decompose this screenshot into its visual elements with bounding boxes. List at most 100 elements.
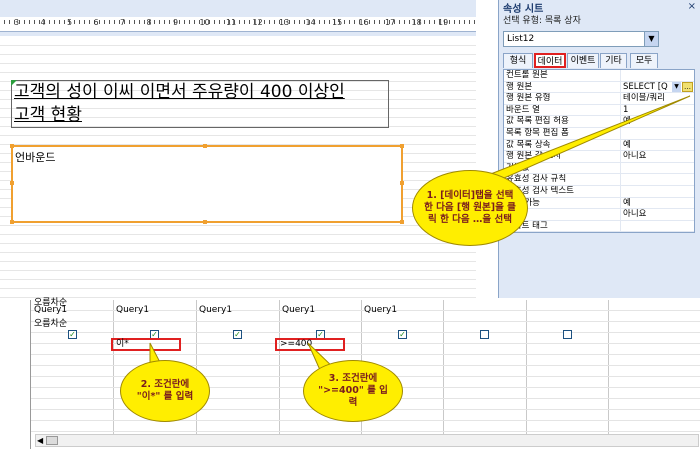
property-name: 행 원본 유형 [504,93,621,104]
table-cell: Query1 [282,305,316,315]
chevron-down-icon[interactable]: ▼ [672,81,681,92]
property-value-text: 테이블/쿼리 [623,93,665,104]
property-row[interactable]: 잠금아니요 [504,209,694,221]
show-checkbox[interactable] [480,330,489,339]
ruler-tick [4,20,5,24]
show-checkbox[interactable]: ✓ [68,330,77,339]
form-design-canvas[interactable]: 고객의 성이 이씨 이면서 주유량이 400 이상인 고객 현황 언바운드 [0,36,476,298]
callout-1-text: 1. [데이터]탭을 선택한 다음 [행 원본]을 클릭 한 다음 …을 선택 [412,170,528,246]
property-row[interactable]: 바운드 열1 [504,104,694,117]
ruler-tick [64,20,65,24]
design-gridline [0,243,476,244]
property-value[interactable]: 아니요 [621,209,694,220]
horizontal-scrollbar[interactable]: ◀ [35,434,699,447]
ruler-tick [29,20,30,24]
ruler-number: 11 [226,18,237,27]
property-row[interactable]: 값 목록 편집 허용 예 [504,116,694,128]
ruler-tick [34,20,35,24]
ruler-number: 14 [305,18,316,27]
form-title-line1: 고객의 성이 이씨 이면서 주유량이 400 이상인 [14,82,345,102]
design-gridline [0,54,476,55]
property-value-text: 아니요 [623,209,647,220]
property-row[interactable]: 유효성 검사 텍스트 [504,185,694,198]
object-selector-value: List12 [507,34,535,44]
ruler-tick [189,20,190,24]
scroll-left-icon[interactable]: ◀ [37,435,43,446]
grid-row-line [31,431,700,432]
ruler-tick [79,20,80,24]
property-row[interactable]: 유효성 검사 규칙 [504,174,694,186]
property-value[interactable] [621,221,694,232]
ruler-number: 8 [146,18,152,27]
property-row[interactable]: 값 목록 상속 예 [504,139,694,152]
chevron-down-icon[interactable]: ▼ [644,32,658,46]
object-selector[interactable]: List12 ▼ [503,31,659,47]
property-row[interactable]: 목록 항목 편집 폼 [504,127,694,140]
tab-other[interactable]: 기타 [600,53,627,68]
ruler-number: 7 [120,18,126,27]
property-value[interactable]: 1 [621,105,694,116]
property-value[interactable]: SELECT [Q ▼… [621,81,694,93]
resize-handle[interactable] [400,181,404,185]
property-value[interactable] [621,163,694,174]
property-value[interactable]: 예 [621,116,694,127]
property-value[interactable]: 예 [621,140,694,151]
table-cell: Query1 [199,305,233,315]
property-value[interactable] [621,70,694,81]
resize-handle[interactable] [203,220,207,224]
property-row[interactable]: 행 원본 SELECT [Q ▼… [504,81,694,94]
resize-handle[interactable] [10,144,14,148]
property-value[interactable]: 테이블/쿼리 [621,93,694,104]
close-icon[interactable]: × [688,1,696,12]
show-checkbox[interactable]: ✓ [398,330,407,339]
ruler-tick [249,20,250,24]
design-gridline [0,270,476,271]
design-gridline [0,234,476,235]
criteria-input-fuel[interactable]: >=400 [275,338,345,351]
tab-format[interactable]: 형식 [503,53,533,68]
ruler-tick [89,20,90,24]
scroll-thumb[interactable] [46,436,58,445]
form-title-label[interactable]: 고객의 성이 이씨 이면서 주유량이 400 이상인 고객 현황 [11,80,389,128]
property-row[interactable]: 기본값 [504,162,694,175]
tab-data[interactable]: 데이터 [534,53,566,68]
resize-handle[interactable] [203,144,207,148]
builder-button[interactable]: … [682,81,693,92]
property-sheet-title: 속성 시트 [503,4,544,15]
ruler-tick [424,20,425,24]
tab-event[interactable]: 이벤트 [567,53,599,68]
resize-handle[interactable] [10,181,14,185]
ruler-tick [319,20,320,24]
ruler-tick [129,20,130,24]
property-row[interactable]: 컨트롤 원본 [504,70,694,82]
property-value[interactable]: 예 [621,198,694,209]
property-name: 값 목록 편집 허용 [504,116,621,127]
property-row[interactable]: 사용 가능예 [504,197,694,210]
criteria-input-name[interactable]: 이* [111,338,181,351]
show-checkbox[interactable]: ✓ [233,330,242,339]
property-name: 값 목록 상속 [504,139,621,151]
resize-handle[interactable] [10,220,14,224]
ruler-tick [264,20,265,24]
property-row[interactable]: 행 원본 값 표시 아니요 [504,151,694,163]
table-cell: Query1 [34,305,68,315]
resize-handle[interactable] [400,144,404,148]
grid-row-line [31,332,700,333]
property-value[interactable] [621,174,694,185]
listbox-control[interactable]: 언바운드 [10,144,404,224]
show-checkbox[interactable] [563,330,572,339]
property-row[interactable]: 행 원본 유형 테이블/쿼리 [504,93,694,105]
tab-all[interactable]: 모두 [630,53,658,68]
ruler-tick [154,20,155,24]
property-value[interactable] [621,128,694,139]
property-value[interactable] [621,186,694,197]
resize-handle[interactable] [400,220,404,224]
design-gridline [0,288,476,289]
selection-type: 선택 유형: 목록 상자 [503,16,581,26]
property-value[interactable]: 아니요 [621,151,694,162]
property-name: 유효성 검사 규칙 [504,174,621,185]
property-row[interactable]: 스마트 태그 [504,220,694,233]
design-gridline [0,63,476,64]
callout-2-text: 2. 조건란에 "이*" 를 입력 [120,360,210,422]
ruler-tick [194,20,195,24]
